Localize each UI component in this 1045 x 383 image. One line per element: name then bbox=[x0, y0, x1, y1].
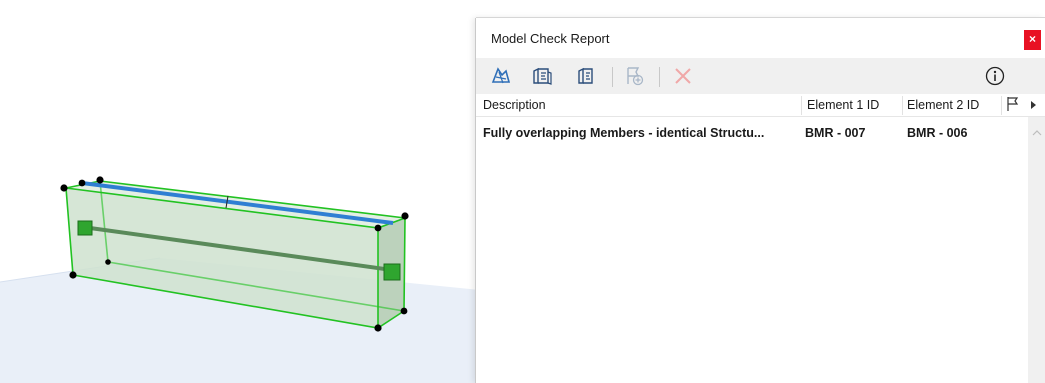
chevron-up-icon[interactable] bbox=[1032, 129, 1042, 137]
cell-description: Fully overlapping Members - identical St… bbox=[483, 126, 765, 140]
column-header-element-1-id[interactable]: Element 1 ID bbox=[807, 98, 879, 112]
info-icon bbox=[985, 66, 1005, 86]
mark-solved-button[interactable] bbox=[624, 65, 646, 87]
model-check-report-dialog: Model Check Report × Description Element… bbox=[476, 18, 1045, 383]
column-separator[interactable] bbox=[801, 96, 802, 115]
column-separator[interactable] bbox=[1001, 96, 1002, 115]
cell-element-1-id: BMR - 007 bbox=[805, 126, 866, 140]
column-header-element-2-id[interactable]: Element 2 ID bbox=[907, 98, 979, 112]
flag-icon bbox=[1007, 97, 1019, 111]
select-element-1-button[interactable] bbox=[531, 65, 553, 87]
info-button[interactable] bbox=[984, 65, 1006, 87]
table-row[interactable]: Fully overlapping Members - identical St… bbox=[476, 117, 1026, 140]
close-button[interactable]: × bbox=[1024, 30, 1041, 50]
delete-button[interactable] bbox=[672, 65, 694, 87]
toolbar bbox=[476, 58, 1045, 94]
beam-start-node[interactable] bbox=[77, 220, 93, 236]
show-in-model-button[interactable] bbox=[490, 65, 512, 87]
select-element-2-button[interactable] bbox=[576, 65, 598, 87]
vertical-scrollbar[interactable] bbox=[1028, 117, 1045, 383]
toolbar-separator bbox=[659, 67, 660, 87]
flag-column-header[interactable] bbox=[1006, 96, 1020, 115]
dialog-title: Model Check Report bbox=[491, 31, 610, 46]
select-element-1-icon bbox=[533, 67, 552, 85]
mark-solved-icon bbox=[627, 67, 644, 86]
scroll-columns-right-button[interactable] bbox=[1030, 99, 1038, 113]
table-header: Description Element 1 ID Element 2 ID bbox=[476, 94, 1045, 117]
chevron-right-icon bbox=[1031, 101, 1036, 109]
column-separator[interactable] bbox=[902, 96, 903, 115]
delete-icon bbox=[675, 68, 691, 84]
select-element-2-icon bbox=[578, 67, 593, 84]
show-in-model-icon bbox=[491, 67, 511, 84]
column-header-description[interactable]: Description bbox=[483, 98, 546, 112]
cell-element-2-id: BMR - 006 bbox=[907, 126, 968, 140]
dialog-titlebar[interactable]: Model Check Report × bbox=[476, 18, 1045, 58]
beam-end-node[interactable] bbox=[383, 263, 401, 281]
toolbar-separator bbox=[612, 67, 613, 87]
